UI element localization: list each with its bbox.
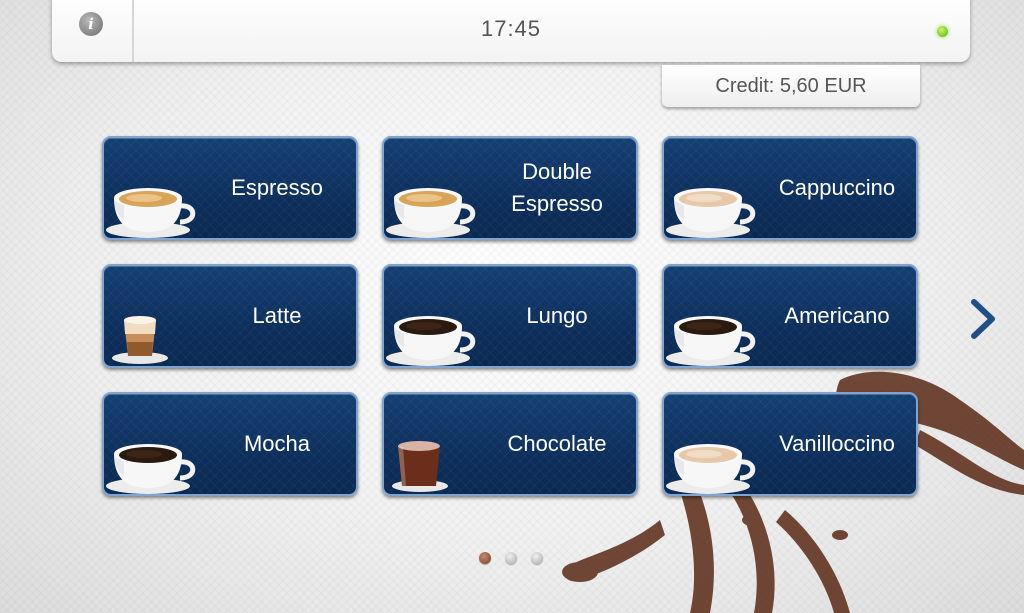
drink-button[interactable]: Mocha — [102, 392, 358, 496]
clock-time: 17:45 — [480, 16, 542, 41]
drink-button[interactable]: Chocolate — [382, 392, 638, 496]
page-dot[interactable] — [531, 552, 543, 564]
drink-label: Espresso — [231, 175, 323, 200]
drink-label: Latte — [252, 303, 302, 328]
drink-button[interactable]: Lungo — [382, 264, 638, 368]
page-dot[interactable] — [479, 552, 491, 564]
drink-button[interactable]: Espresso — [102, 136, 358, 240]
drink-label: Vanilloccino — [779, 431, 895, 456]
drink-button[interactable]: Double Espresso — [382, 136, 638, 240]
chevron-right-icon[interactable] — [966, 296, 1000, 342]
drink-button[interactable]: Vanilloccino — [662, 392, 918, 496]
status-led-icon — [937, 26, 948, 37]
drink-button[interactable]: Americano — [662, 264, 918, 368]
drink-label: Americano — [784, 303, 890, 328]
page-dot[interactable] — [505, 552, 517, 564]
drink-label: Mocha — [243, 431, 311, 456]
drink-button[interactable]: Cappuccino — [662, 136, 918, 240]
drink-label: Chocolate — [507, 431, 607, 456]
credit-display: Credit: 5,60 EUR — [662, 65, 920, 107]
drink-label: Double Espresso — [511, 159, 603, 216]
top-status-bar: i 17:45 — [52, 0, 970, 62]
drink-label: Cappuccino — [778, 175, 896, 200]
drink-label: Lungo — [526, 303, 588, 328]
drink-button[interactable]: Latte — [102, 264, 358, 368]
